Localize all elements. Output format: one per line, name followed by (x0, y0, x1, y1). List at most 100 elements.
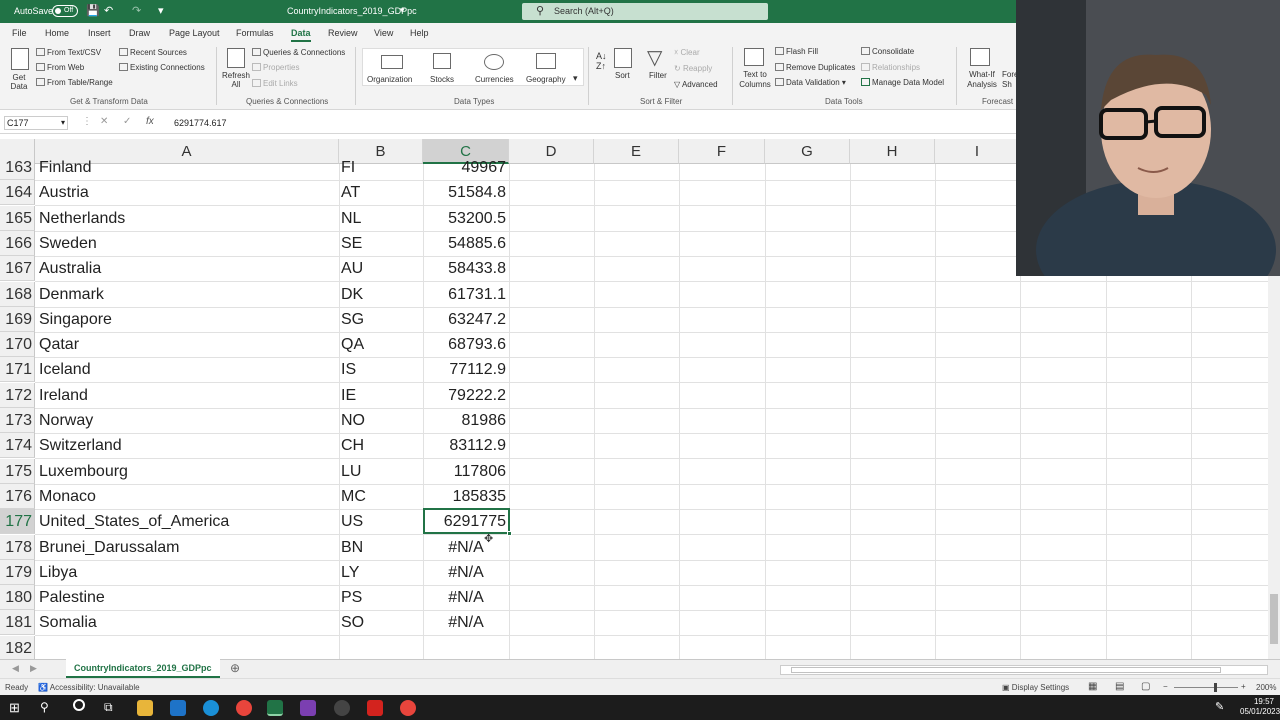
advanced-button[interactable]: ▽ Advanced (674, 80, 718, 89)
accessibility-status[interactable]: ♿ Accessibility: Unavailable (38, 683, 140, 692)
cell-country-code[interactable]: SG (341, 307, 421, 332)
row-header[interactable]: 166 (0, 231, 35, 256)
get-data-button[interactable]: Get Data (8, 73, 30, 91)
cell-gdp-per-capita[interactable]: 61731.1 (423, 282, 506, 307)
zoom-in-icon[interactable]: + (1241, 682, 1246, 691)
zoom-level[interactable]: 200% (1256, 683, 1276, 692)
chevron-down-icon[interactable]: ▾ (400, 5, 405, 16)
cell-country-code[interactable]: NL (341, 206, 421, 231)
edit-links-button[interactable]: Edit Links (252, 79, 298, 88)
what-if-analysis-button[interactable]: What-If Analysis (962, 70, 1002, 90)
obs-icon[interactable] (334, 700, 350, 716)
cell-country-code[interactable]: FI (341, 155, 421, 180)
cell-country-code[interactable]: DK (341, 282, 421, 307)
stocks-button[interactable]: Stocks (430, 75, 454, 84)
row-header[interactable]: 177 (0, 509, 35, 534)
existing-connections-button[interactable]: Existing Connections (119, 63, 205, 72)
prev-sheet-icon[interactable]: ◀ (12, 663, 19, 674)
normal-view-icon[interactable]: ▦ (1088, 681, 1097, 692)
row-header[interactable]: 163 (0, 155, 35, 180)
fill-handle[interactable] (507, 531, 512, 536)
cell-country-code[interactable]: SO (341, 610, 421, 635)
cell-country-name[interactable]: Norway (39, 408, 339, 433)
row-header[interactable]: 175 (0, 459, 35, 484)
cell-country-code[interactable]: IS (341, 357, 421, 382)
tab-data[interactable]: Data (291, 28, 311, 42)
data-validation-button[interactable]: Data Validation ▾ (775, 78, 846, 87)
chrome-icon[interactable] (236, 700, 252, 716)
consolidate-button[interactable]: Consolidate (861, 47, 914, 56)
display-settings-button[interactable]: ▣ Display Settings (1002, 683, 1069, 692)
active-cell-selection[interactable] (423, 508, 512, 536)
cell-country-name[interactable]: Luxembourg (39, 459, 339, 484)
row-header[interactable]: 178 (0, 535, 35, 560)
row-header[interactable]: 171 (0, 357, 35, 382)
cell-country-name[interactable]: Netherlands (39, 206, 339, 231)
row-header[interactable]: 174 (0, 433, 35, 458)
forecast-sheet-button[interactable]: Fore Sh (1002, 70, 1016, 90)
cell-country-name[interactable]: Brunei_Darussalam (39, 535, 339, 560)
refresh-all-button[interactable]: Refresh All (221, 71, 251, 89)
zoom-slider-thumb[interactable] (1214, 683, 1217, 692)
cancel-icon[interactable]: ✕ (100, 116, 108, 127)
column-header-i[interactable]: I (935, 139, 1020, 164)
cell-gdp-per-capita[interactable]: 68793.6 (423, 332, 506, 357)
tab-insert[interactable]: Insert (88, 28, 111, 38)
flash-fill-button[interactable]: Flash Fill (775, 47, 818, 56)
row-header[interactable]: 172 (0, 383, 35, 408)
reapply-button[interactable]: ↻ Reapply (674, 64, 712, 73)
cell-gdp-per-capita[interactable] (423, 636, 506, 659)
cell-country-name[interactable]: Finland (39, 155, 339, 180)
row-header[interactable]: 179 (0, 560, 35, 585)
cell-country-name[interactable]: Palestine (39, 585, 339, 610)
autosave-toggle[interactable]: Off (52, 5, 78, 17)
cell-country-name[interactable]: Sweden (39, 231, 339, 256)
cell-country-code[interactable]: LU (341, 459, 421, 484)
clear-button[interactable]: ☓ Clear (674, 48, 700, 57)
row-header[interactable]: 165 (0, 206, 35, 231)
page-break-view-icon[interactable]: ▢ (1141, 681, 1150, 692)
acrobat-icon[interactable] (367, 700, 383, 716)
cell-gdp-per-capita[interactable]: #N/A (423, 610, 509, 635)
queries-connections-button[interactable]: Queries & Connections (252, 48, 345, 57)
cell-country-name[interactable]: Iceland (39, 357, 339, 382)
sheet-tab-active[interactable]: CountryIndicators_2019_GDPpc (66, 659, 220, 678)
cell-gdp-per-capita[interactable]: 58433.8 (423, 256, 506, 281)
tab-review[interactable]: Review (328, 28, 358, 38)
cell-country-code[interactable]: AU (341, 256, 421, 281)
cell-country-code[interactable]: LY (341, 560, 421, 585)
file-explorer-icon[interactable] (137, 700, 153, 716)
row-header[interactable]: 173 (0, 408, 35, 433)
horizontal-scroll-thumb[interactable] (791, 667, 1221, 673)
onenote-icon[interactable] (300, 700, 316, 716)
cell-gdp-per-capita[interactable]: 51584.8 (423, 180, 506, 205)
cortana-icon[interactable] (73, 699, 85, 711)
search-box[interactable]: ⚲ Search (Alt+Q) (522, 3, 768, 20)
redo-icon[interactable]: ↷ (132, 4, 141, 17)
tab-file[interactable]: File (12, 28, 27, 38)
cell-gdp-per-capita[interactable]: 63247.2 (423, 307, 506, 332)
cell-country-name[interactable]: Australia (39, 256, 339, 281)
from-text-csv-button[interactable]: From Text/CSV (36, 48, 101, 57)
column-header-g[interactable]: G (765, 139, 850, 164)
cell-gdp-per-capita[interactable]: 54885.6 (423, 231, 506, 256)
cell-country-name[interactable]: Austria (39, 180, 339, 205)
cell-gdp-per-capita[interactable]: 53200.5 (423, 206, 506, 231)
zoom-slider[interactable] (1174, 687, 1238, 688)
column-header-e[interactable]: E (594, 139, 679, 164)
formula-input[interactable]: 6291774.617 (174, 118, 227, 128)
cell-country-name[interactable]: Qatar (39, 332, 339, 357)
page-layout-view-icon[interactable]: ▤ (1115, 681, 1124, 692)
chrome-profile-icon[interactable] (400, 700, 416, 716)
pen-icon[interactable]: ✎ (1215, 700, 1224, 713)
enter-icon[interactable]: ✓ (123, 116, 131, 127)
filter-button[interactable]: Filter (649, 71, 667, 80)
cell-country-name[interactable]: Denmark (39, 282, 339, 307)
cell-gdp-per-capita[interactable]: 49967 (423, 155, 507, 180)
text-to-columns-button[interactable]: Text to Columns (737, 70, 773, 90)
system-clock[interactable]: 19:57 05/01/2023 (1240, 697, 1280, 717)
document-title[interactable]: CountryIndicators_2019_GDPpc (287, 6, 417, 16)
tab-help[interactable]: Help (410, 28, 429, 38)
row-header[interactable]: 176 (0, 484, 35, 509)
vertical-scroll-thumb[interactable] (1270, 594, 1278, 644)
